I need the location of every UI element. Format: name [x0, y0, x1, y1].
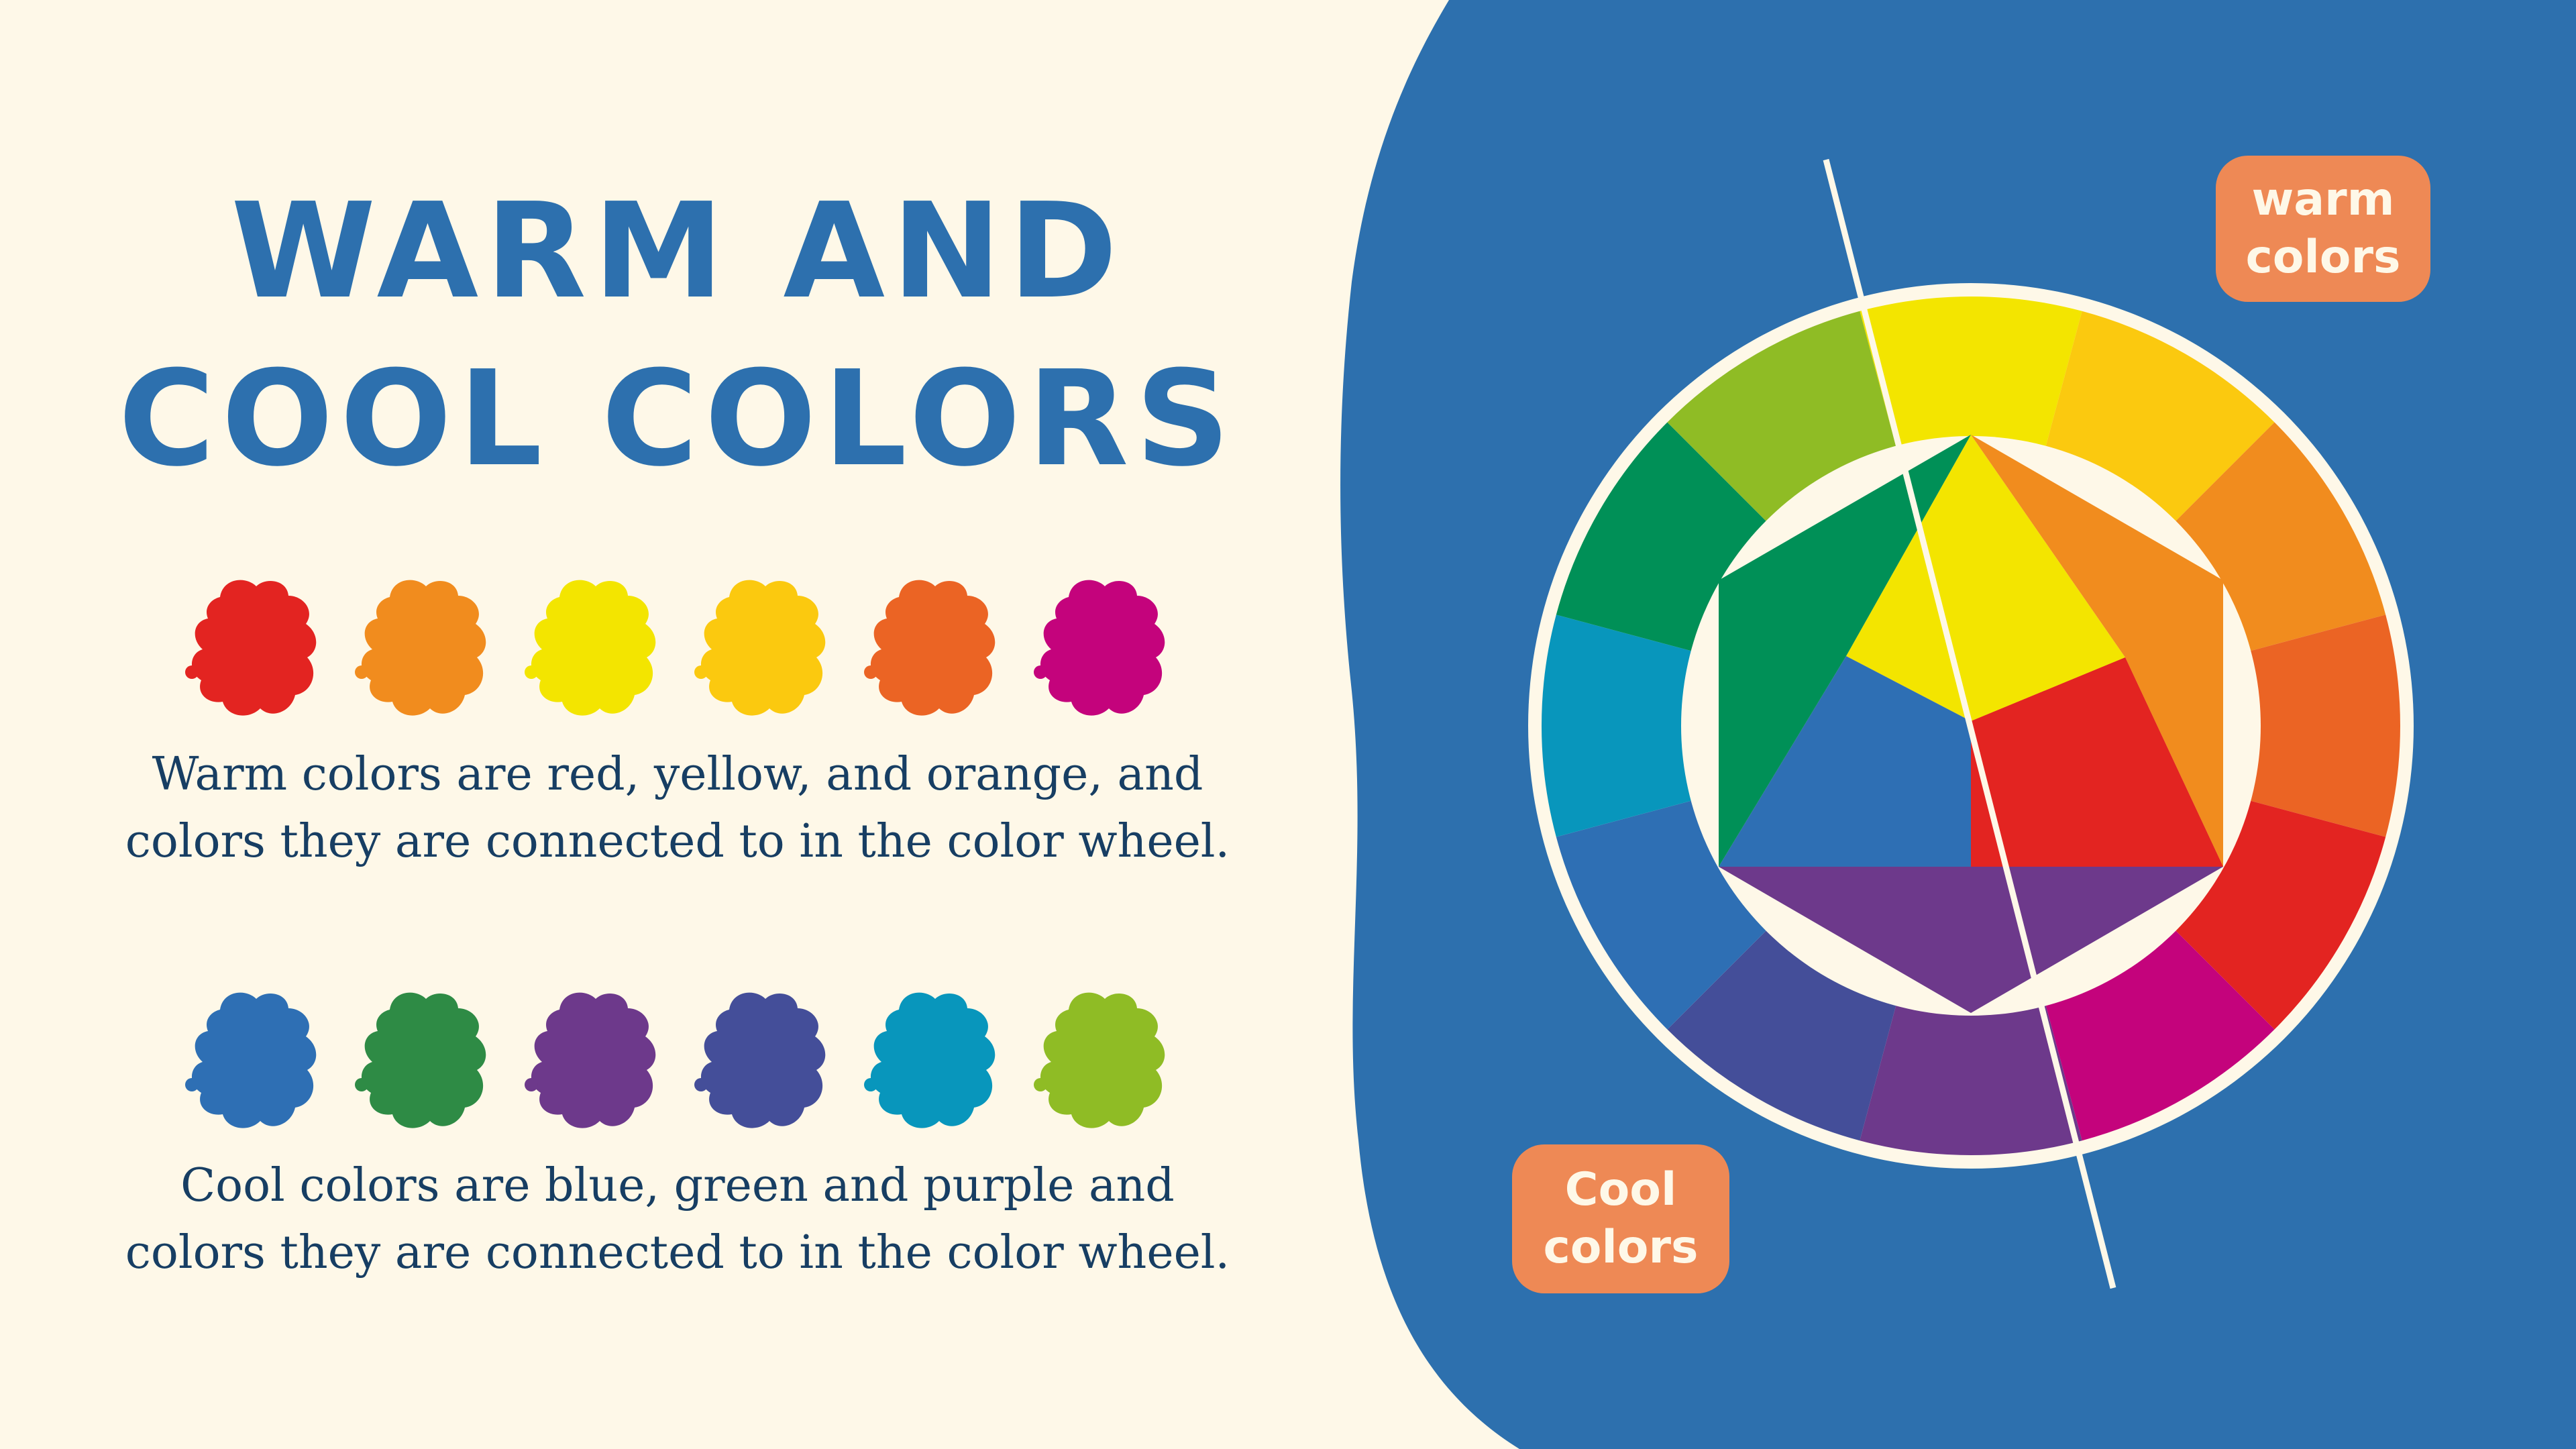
warm-tag-line-1: warm	[2251, 173, 2395, 226]
warm-tag-line-2: colors	[2245, 231, 2401, 284]
color-wheel	[1528, 158, 2414, 1289]
warm-colors-tag: warm colors	[2216, 156, 2430, 302]
wheel-segment-blue-green	[1542, 614, 1698, 837]
cool-tag-line-1: Cool	[1564, 1163, 1677, 1216]
cool-colors-tag: Cool colors	[1512, 1144, 1729, 1293]
wheel-segment-red-orange	[2244, 614, 2400, 837]
cool-tag-line-2: colors	[1543, 1221, 1699, 1274]
